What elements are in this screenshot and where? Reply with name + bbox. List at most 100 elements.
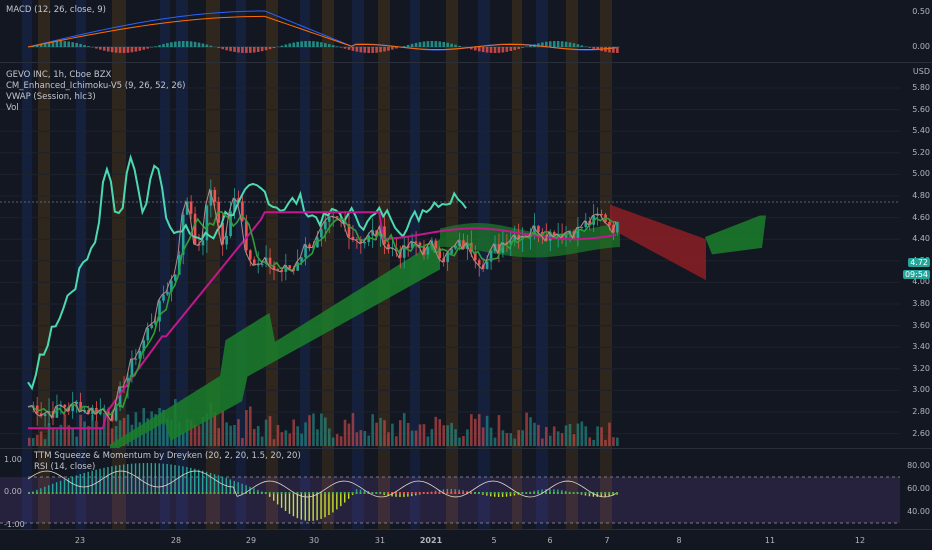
- squeeze-dot: [422, 492, 425, 494]
- squeeze-dot: [288, 492, 291, 494]
- macd-histogram-bar: [592, 47, 595, 49]
- squeeze-dot: [130, 492, 133, 494]
- volume-bar: [418, 424, 422, 446]
- volume-bar: [264, 419, 268, 446]
- session-band: [478, 0, 490, 62]
- macd-histogram-bar: [233, 47, 236, 52]
- macd-histogram-bar: [284, 44, 288, 47]
- macd-histogram-bar: [264, 47, 268, 51]
- volume-bar: [402, 413, 406, 446]
- time-label: 30: [308, 536, 320, 545]
- price-tick: 2.80: [912, 407, 930, 416]
- volume-bar: [75, 436, 78, 446]
- volume-bar: [521, 430, 524, 446]
- volume-bar: [213, 412, 217, 446]
- volume-bar: [28, 437, 31, 446]
- session-band: [512, 449, 522, 529]
- macd-legend[interactable]: MACD (12, 26, close, 9): [6, 5, 106, 16]
- volume-bar: [83, 421, 86, 446]
- macd-pane[interactable]: MACD (12, 26, close, 9): [0, 0, 900, 62]
- session-band: [478, 449, 490, 529]
- oscillator-legend: TTM Squeeze & Momentum by Dreyken (20, 2…: [34, 451, 301, 473]
- macd-histogram-bar: [616, 47, 619, 53]
- squeeze-dot: [477, 492, 480, 494]
- macd-price-axis[interactable]: 0.50 0.00: [900, 0, 932, 62]
- candle: [189, 201, 193, 214]
- volume-bar: [612, 437, 615, 446]
- macd-histogram-bar: [347, 47, 351, 50]
- squeeze-dot: [209, 492, 212, 494]
- time-label: 28: [170, 536, 182, 545]
- macd-histogram-bar: [122, 47, 126, 53]
- symbol-title[interactable]: GEVO INC, 1h, Cboe BZX: [6, 70, 185, 81]
- macd-histogram-bar: [320, 42, 323, 47]
- squeeze-dot: [608, 492, 611, 494]
- volume-bar: [545, 427, 548, 446]
- macd-histogram-bar: [272, 47, 276, 48]
- volume-bar: [193, 424, 197, 446]
- volume-bar: [363, 431, 367, 446]
- volume-bar: [450, 422, 453, 446]
- macd-histogram-bar: [197, 42, 201, 47]
- rsi-legend[interactable]: RSI (14, close): [34, 462, 301, 473]
- macd-histogram-bar: [485, 47, 489, 53]
- volume-bar: [430, 429, 434, 446]
- macd-histogram-bar: [501, 47, 505, 53]
- candle: [446, 253, 449, 263]
- session-band: [600, 0, 612, 62]
- squeeze-dot: [339, 492, 342, 494]
- oscillator-pane[interactable]: TTM Squeeze & Momentum by Dreyken (20, 2…: [0, 449, 900, 529]
- volume-bar: [600, 427, 603, 446]
- macd-histogram-bar: [580, 45, 584, 47]
- session-band: [322, 449, 334, 529]
- ichimoku-legend[interactable]: CM_Enhanced_Ichimoku-V5 (9, 26, 52, 26): [6, 81, 185, 92]
- squeeze-dot: [383, 492, 386, 494]
- squeeze-dot: [225, 492, 228, 494]
- volume-bar: [556, 431, 560, 446]
- macd-histogram-bar: [102, 47, 106, 51]
- macd-histogram-bar: [442, 41, 445, 47]
- volume-bar: [252, 428, 256, 446]
- volume-bar: [359, 430, 363, 446]
- squeeze-dot: [426, 492, 429, 494]
- macd-histogram-bar: [63, 41, 67, 47]
- candle: [477, 260, 481, 265]
- macd-histogram-bar: [177, 41, 181, 47]
- volume-legend[interactable]: Vol: [6, 103, 185, 114]
- time-axis[interactable]: [0, 530, 932, 550]
- macd-histogram-bar: [142, 47, 146, 50]
- candle: [324, 221, 327, 230]
- volume-bar: [560, 433, 564, 446]
- main-chart-pane[interactable]: GEVO INC, 1h, Cboe BZX CM_Enhanced_Ichim…: [0, 63, 900, 448]
- vwap-legend[interactable]: VWAP (Session, hlc3): [6, 92, 185, 103]
- macd-histogram-bar: [477, 47, 481, 52]
- squeeze-dot: [509, 492, 512, 494]
- squeeze-dot: [67, 492, 70, 494]
- macd-histogram-bar: [201, 43, 205, 47]
- squeeze-dot: [264, 492, 267, 494]
- squeeze-dot: [501, 492, 504, 494]
- volume-bar: [320, 413, 323, 446]
- squeeze-dot: [272, 492, 275, 494]
- volume-bar: [493, 437, 497, 446]
- macd-histogram-bar: [339, 47, 343, 48]
- macd-histogram-bar: [280, 45, 284, 47]
- squeeze-dot: [363, 492, 366, 494]
- macd-histogram-bar: [237, 47, 240, 53]
- macd-histogram-bar: [87, 46, 90, 47]
- squeeze-dot: [458, 492, 461, 494]
- rsi-tick: 40.00: [907, 507, 930, 516]
- macd-histogram-bar: [426, 41, 430, 47]
- macd-histogram-bar: [446, 42, 449, 47]
- volume-bar: [454, 429, 457, 446]
- macd-histogram-bar: [252, 47, 256, 53]
- time-label: 12: [854, 536, 866, 545]
- main-price-axis[interactable]: USD 5.805.605.405.205.004.804.604.404.20…: [900, 63, 932, 459]
- squeeze-dot: [371, 492, 374, 494]
- volume-bar: [327, 428, 331, 446]
- volume-bar: [225, 422, 228, 446]
- ttm-legend[interactable]: TTM Squeeze & Momentum by Dreyken (20, 2…: [34, 451, 301, 462]
- rsi-tick: 80.00: [907, 461, 930, 470]
- rsi-axis[interactable]: 80.00 60.00 40.00: [900, 449, 932, 529]
- session-band: [378, 449, 390, 529]
